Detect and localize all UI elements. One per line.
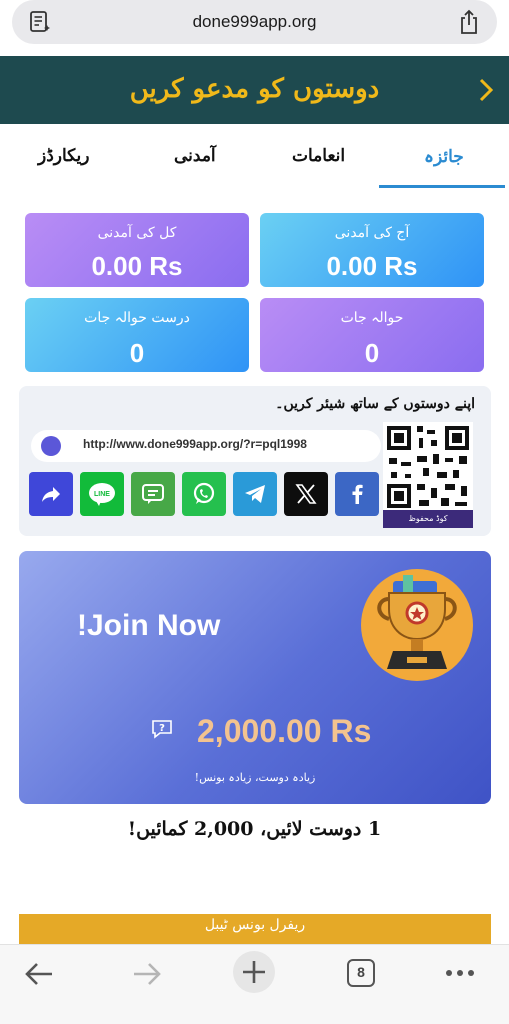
earn-text: 1 دوست لائیں، 2,000 کمائیں! — [127, 818, 382, 840]
total-income-card: کل کی آمدنی 0.00 Rs — [25, 213, 249, 287]
join-now-banner[interactable]: Join Now! ? 2,000.00 Rs زیادہ دوست، زیاد… — [19, 551, 491, 804]
new-tab-button[interactable] — [233, 951, 275, 993]
forward-arrow-icon[interactable] — [130, 959, 164, 989]
active-tab-indicator — [379, 185, 505, 188]
line-icon: LINE — [89, 483, 115, 506]
facebook-share-button[interactable] — [335, 472, 379, 516]
help-question-icon[interactable]: ? — [151, 719, 173, 739]
telegram-share-button[interactable] — [233, 472, 277, 516]
reader-mode-icon[interactable] — [28, 10, 52, 34]
tab-overview[interactable]: جائزہ — [424, 146, 464, 167]
svg-text:?: ? — [159, 723, 165, 734]
facebook-icon — [352, 484, 363, 504]
referrals-card: حوالہ جات 0 — [260, 298, 484, 372]
join-now-heading: Join Now! — [77, 609, 221, 642]
browser-toolbar: 8 — [0, 944, 509, 1024]
url-text[interactable]: done999app.org — [193, 12, 317, 32]
whatsapp-icon — [193, 482, 215, 504]
more-options-icon[interactable] — [444, 967, 476, 979]
tab-records[interactable]: ریکارڈز — [38, 146, 90, 166]
tab-count: 8 — [357, 964, 365, 980]
valid-referrals-card: درست حوالہ جات 0 — [25, 298, 249, 372]
share-button[interactable] — [29, 472, 73, 516]
today-income-value: 0.00 Rs — [326, 251, 418, 281]
valid-referrals-label: درست حوالہ جات — [84, 310, 190, 326]
tab-switcher-button[interactable]: 8 — [347, 959, 375, 987]
today-income-card: آج کی آمدنی 0.00 Rs — [260, 213, 484, 287]
share-icon[interactable] — [457, 9, 481, 35]
plus-icon — [243, 961, 265, 983]
chevron-right-icon[interactable] — [477, 76, 495, 104]
back-arrow-icon[interactable] — [22, 959, 56, 989]
valid-referrals-value: 0 — [129, 338, 145, 368]
referral-link-box[interactable]: http://www.done999app.org/?r=pql1998 — [31, 430, 381, 462]
referral-link-text[interactable]: http://www.done999app.org/?r=pql1998 — [83, 437, 307, 451]
promo-subtitle: زیادہ دوست، زیادہ بونس! — [194, 771, 316, 784]
qr-code — [383, 422, 473, 514]
telegram-icon — [245, 485, 265, 503]
sms-icon — [142, 484, 164, 504]
share-title: اپنے دوستوں کے ساتھ شیئر کریں۔ — [275, 396, 475, 412]
sms-share-button[interactable] — [131, 472, 175, 516]
address-bar[interactable]: done999app.org — [12, 0, 497, 44]
share-panel: اپنے دوستوں کے ساتھ شیئر کریں۔ http://ww… — [19, 386, 491, 536]
today-income-label: آج کی آمدنی — [334, 225, 410, 241]
total-income-label: کل کی آمدنی — [97, 225, 177, 241]
save-qr-button[interactable]: کوڈ محفوظ — [383, 510, 473, 528]
tab-income[interactable]: آمدنی — [174, 146, 216, 166]
tab-bar: جائزہ انعامات آمدنی ریکارڈز — [0, 124, 509, 192]
referral-bonus-table-header: ریفرل بونس ٹیبل — [19, 914, 491, 944]
x-share-button[interactable] — [284, 472, 328, 516]
whatsapp-share-button[interactable] — [182, 472, 226, 516]
share-arrow-icon — [42, 487, 60, 502]
svg-text:LINE: LINE — [94, 491, 110, 498]
bonus-amount: 2,000.00 Rs — [197, 713, 372, 749]
page-title: دوستوں کو مدعو کریں — [129, 74, 380, 104]
page-header: دوستوں کو مدعو کریں — [0, 56, 509, 124]
referrals-value: 0 — [364, 338, 380, 368]
referrals-label: حوالہ جات — [340, 310, 404, 326]
line-share-button[interactable]: LINE — [80, 472, 124, 516]
tab-rewards[interactable]: انعامات — [292, 146, 345, 166]
referral-bonus-table-title: ریفرل بونس ٹیبل — [204, 917, 306, 933]
trophy-icon — [361, 569, 473, 681]
x-logo-icon — [295, 484, 317, 504]
copy-link-icon[interactable] — [41, 436, 61, 456]
total-income-value: 0.00 Rs — [91, 251, 183, 281]
